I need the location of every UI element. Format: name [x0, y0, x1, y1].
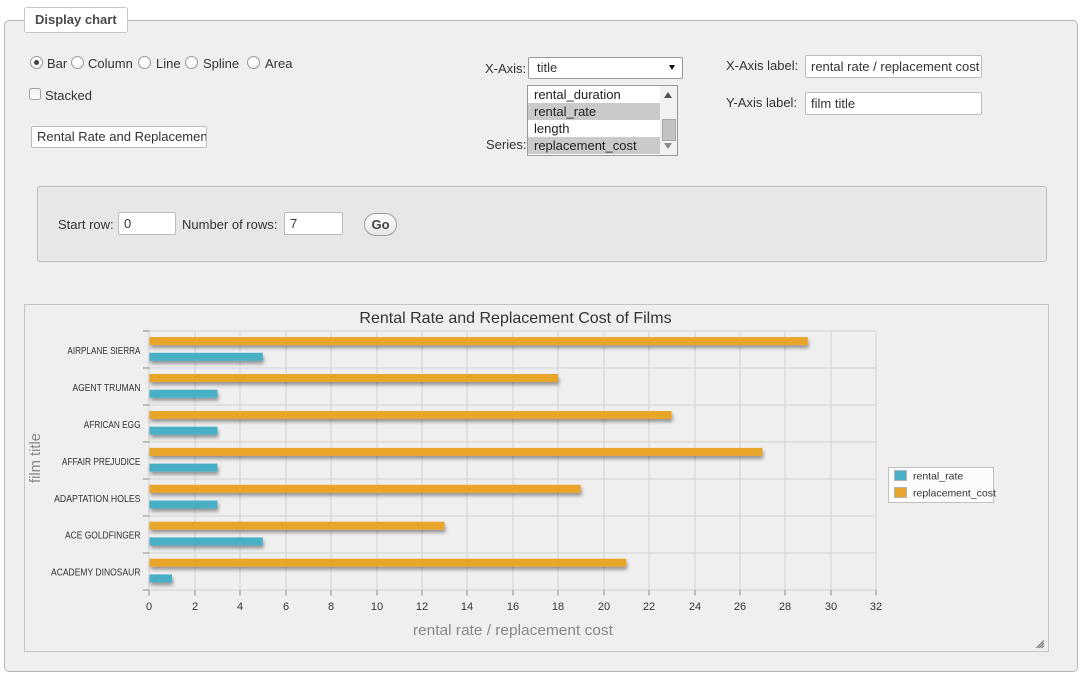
svg-text:10: 10: [371, 601, 383, 613]
svg-text:ACE GOLDFINGER: ACE GOLDFINGER: [65, 531, 141, 542]
svg-text:replacement_cost: replacement_cost: [913, 488, 996, 500]
svg-text:26: 26: [734, 601, 746, 613]
svg-text:20: 20: [598, 601, 610, 613]
svg-text:16: 16: [507, 601, 519, 613]
svg-text:30: 30: [825, 601, 837, 613]
svg-text:AGENT TRUMAN: AGENT TRUMAN: [72, 383, 140, 394]
svg-text:28: 28: [779, 601, 791, 613]
svg-text:AFRICAN EGG: AFRICAN EGG: [84, 420, 141, 431]
svg-text:rental_rate: rental_rate: [913, 471, 963, 483]
svg-text:6: 6: [283, 601, 289, 613]
svg-text:0: 0: [146, 601, 152, 613]
svg-text:Rental Rate and Replacement Co: Rental Rate and Replacement Cost of Film…: [359, 310, 671, 327]
svg-text:22: 22: [643, 601, 655, 613]
svg-text:ACADEMY DINOSAUR: ACADEMY DINOSAUR: [51, 568, 141, 579]
svg-text:18: 18: [552, 601, 564, 613]
svg-text:4: 4: [237, 601, 243, 613]
svg-text:AFFAIR PREJUDICE: AFFAIR PREJUDICE: [62, 457, 141, 468]
svg-text:AIRPLANE SIERRA: AIRPLANE SIERRA: [67, 346, 140, 357]
svg-text:ADAPTATION HOLES: ADAPTATION HOLES: [54, 494, 141, 505]
svg-text:14: 14: [461, 601, 473, 613]
svg-text:24: 24: [689, 601, 701, 613]
svg-text:rental rate / replacement cost: rental rate / replacement cost: [413, 622, 614, 639]
svg-text:2: 2: [192, 601, 198, 613]
svg-text:8: 8: [328, 601, 334, 613]
svg-text:12: 12: [416, 601, 428, 613]
svg-text:32: 32: [870, 601, 882, 613]
svg-text:film title: film title: [27, 433, 44, 483]
